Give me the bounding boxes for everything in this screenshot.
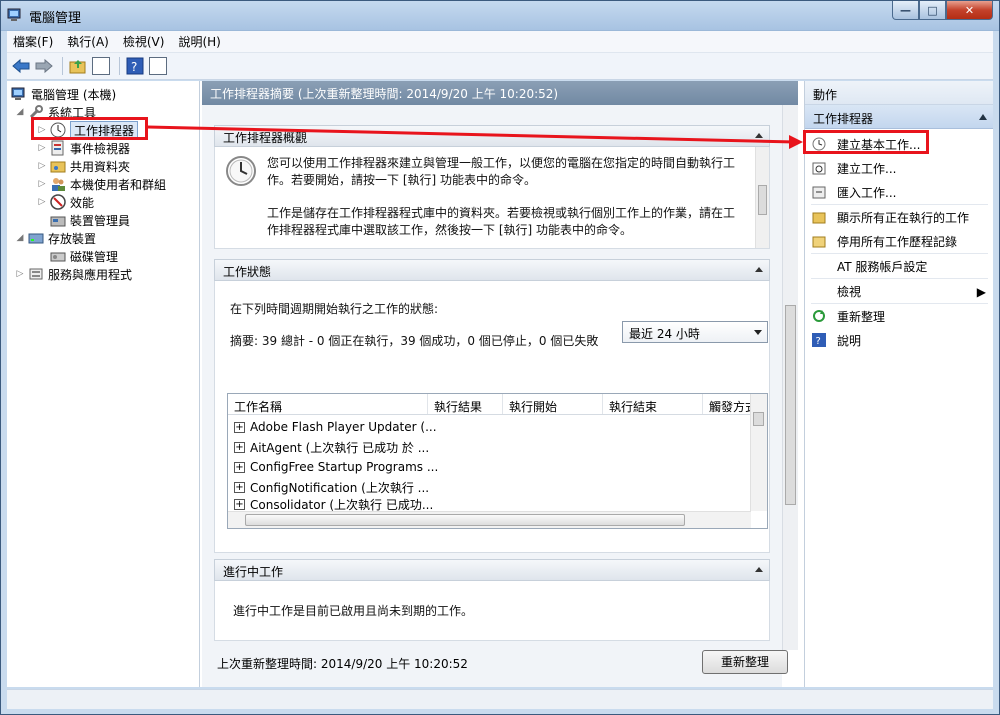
annotation-arrow: [147, 125, 803, 149]
